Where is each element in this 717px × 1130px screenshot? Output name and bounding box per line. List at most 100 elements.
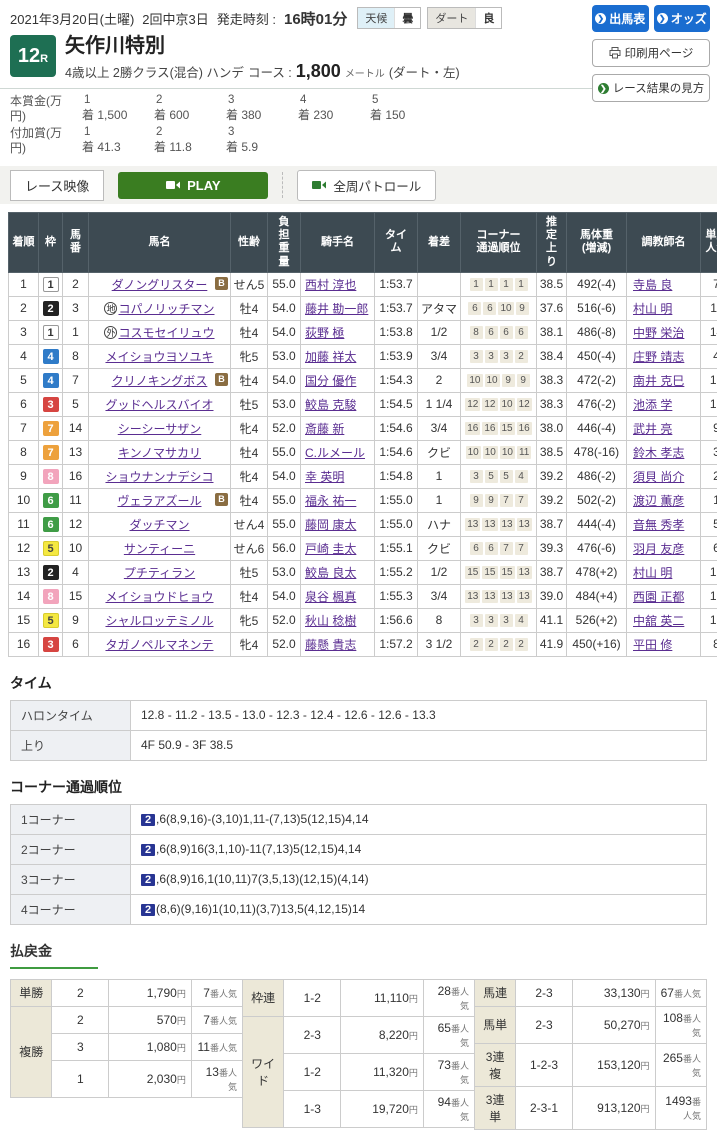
result-cell: 5 — [9, 368, 39, 392]
result-row: 1636タガノペルマネンテ牝452.0藤懸 貴志1:57.23 1/222224… — [9, 632, 717, 656]
trainer-link[interactable]: 中舘 英二 — [633, 614, 684, 628]
payout-row: 3連単2-3-1913,120円1493番人気 — [475, 1086, 707, 1129]
trainer-link[interactable]: 寺島 良 — [633, 278, 672, 292]
horse-link[interactable]: コスモセイリュウ — [118, 326, 214, 340]
horse-link[interactable]: クリノキングボス — [112, 374, 208, 388]
corner-order-row: 2コーナー2,6(8,9)16(3,1,10)-11(7,13)5(12,15)… — [11, 834, 707, 864]
trainer-link[interactable]: 武井 亮 — [633, 422, 672, 436]
how-to-read-button[interactable]: ❯レース結果の見方 — [592, 74, 710, 102]
jockey-link[interactable]: 鮫島 克駿 — [305, 398, 356, 412]
trainer-link[interactable]: 鈴木 孝志 — [633, 446, 684, 460]
horse-link[interactable]: シーシーサザン — [118, 422, 202, 436]
result-cell: 1:57.2 — [375, 632, 418, 656]
trainer-link[interactable]: 村山 明 — [633, 566, 672, 580]
trainer-link[interactable]: 平田 修 — [633, 638, 672, 652]
prize-place: 1 — [82, 94, 154, 106]
jockey-link[interactable]: 戸崎 圭太 — [305, 542, 356, 556]
result-cell: 12121012 — [461, 392, 537, 416]
horse-link[interactable]: メイショウヨソユキ — [105, 350, 213, 364]
corner-position-chip: 16 — [465, 422, 480, 435]
payout-popularity: 265番人気 — [655, 1043, 706, 1086]
horse-link[interactable]: コパノリッチマン — [118, 302, 214, 316]
result-cell: 54.0 — [268, 584, 301, 608]
result-cell: 1 — [418, 464, 461, 488]
trainer-link[interactable]: 中野 栄治 — [633, 326, 684, 340]
track-value: 良 — [475, 8, 501, 28]
jockey-link[interactable]: 鮫島 良太 — [305, 566, 356, 580]
result-cell: 1:53.9 — [375, 344, 418, 368]
jockey-link[interactable]: 斎藤 新 — [305, 422, 344, 436]
result-cell: 11 — [63, 488, 89, 512]
trainer-link[interactable]: 庄野 靖志 — [633, 350, 684, 364]
jockey-link[interactable]: 藤岡 康太 — [305, 518, 356, 532]
result-cell: 39.3 — [537, 536, 567, 560]
result-cell: 外コスモセイリュウ — [89, 320, 231, 344]
result-cell: 55.0 — [268, 488, 301, 512]
jockey-link[interactable]: 藤井 勘一郎 — [305, 302, 368, 316]
payout-popularity: 7番人気 — [191, 979, 242, 1006]
result-cell: 54.0 — [268, 296, 301, 320]
result-cell: 1 — [63, 320, 89, 344]
horse-link[interactable]: プチティラン — [124, 566, 195, 580]
jockey-link[interactable]: 荻野 極 — [305, 326, 344, 340]
payout-amount: 1,790円 — [109, 979, 192, 1006]
result-cell: 53.0 — [268, 560, 301, 584]
horse-link[interactable]: ダノングリスター — [112, 278, 208, 292]
result-cell: 村山 明 — [627, 296, 701, 320]
corner-position-chip: 6 — [485, 326, 498, 339]
result-cell: 牝5 — [231, 344, 268, 368]
jockey-link[interactable]: 国分 優作 — [305, 374, 356, 388]
prize-amount: 着 1,500 — [82, 106, 154, 123]
result-cell: 3 — [63, 296, 89, 320]
trainer-link[interactable]: 南井 克巳 — [633, 374, 684, 388]
result-cell: 2 — [418, 368, 461, 392]
horse-link[interactable]: サンティーニ — [124, 542, 195, 556]
result-cell: 13 — [9, 560, 39, 584]
payout-row: 馬連2-333,130円67番人気 — [475, 979, 707, 1006]
jockey-link[interactable]: 泉谷 楓真 — [305, 590, 356, 604]
payout-amount: 33,130円 — [572, 979, 655, 1006]
trainer-link[interactable]: 音無 秀孝 — [633, 518, 684, 532]
payout-combination: 1-2 — [284, 1053, 341, 1090]
horse-link[interactable]: ダッチマン — [129, 518, 189, 532]
horse-link[interactable]: タガノペルマネンテ — [105, 638, 213, 652]
entries-button[interactable]: ❯出馬表 — [592, 5, 649, 32]
odds-button[interactable]: ❯オッズ — [654, 5, 711, 32]
trainer-link[interactable]: 池添 学 — [633, 398, 672, 412]
result-cell: 13131313 — [461, 584, 537, 608]
race-video-tab[interactable]: レース映像 — [10, 170, 104, 201]
print-page-button[interactable]: 印刷用ページ — [592, 39, 710, 67]
results-column-header: 枠 — [39, 213, 63, 273]
jockey-link[interactable]: C.ルメール — [305, 446, 365, 460]
result-row: 10611ヴェラアズールB牡455.0福永 祐一1:55.01997739.25… — [9, 488, 717, 512]
result-cell: 中舘 英二 — [627, 608, 701, 632]
condition-badges: 天候 曇 ダート 良 — [357, 7, 502, 29]
video-camera-icon — [166, 180, 180, 190]
horse-link[interactable]: ヴェラアズール — [117, 494, 201, 508]
corner-position-chip: 12 — [465, 398, 480, 411]
corner-position-chip: 2 — [500, 638, 513, 651]
jockey-link[interactable]: 福永 祐一 — [305, 494, 356, 508]
video-bar: レース映像 PLAY 全周パトロール — [0, 166, 717, 204]
horse-link[interactable]: グッドヘルスバイオ — [105, 398, 213, 412]
jockey-link[interactable]: 秋山 稔樹 — [305, 614, 356, 628]
horse-link[interactable]: ショウナンナデシコ — [105, 470, 213, 484]
jockey-link[interactable]: 加藤 祥太 — [305, 350, 356, 364]
jockey-link[interactable]: 西村 淳也 — [305, 278, 356, 292]
trainer-link[interactable]: 羽月 友彦 — [633, 542, 684, 556]
play-button[interactable]: PLAY — [118, 172, 268, 199]
horse-link[interactable]: メイショウドヒョウ — [105, 590, 213, 604]
results-column-header: コーナー 通過順位 — [461, 213, 537, 273]
trainer-link[interactable]: 村山 明 — [633, 302, 672, 316]
trainer-link[interactable]: 須貝 尚介 — [633, 470, 684, 484]
payout-popularity: 1493番人気 — [655, 1086, 706, 1129]
horse-link[interactable]: シャルロッテミノル — [105, 614, 213, 628]
frame-chip: 8 — [43, 589, 59, 604]
trainer-link[interactable]: 渡辺 薫彦 — [633, 494, 684, 508]
jockey-link[interactable]: 幸 英明 — [305, 470, 344, 484]
patrol-video-button[interactable]: 全周パトロール — [297, 170, 436, 201]
jockey-link[interactable]: 藤懸 貴志 — [305, 638, 356, 652]
corner-position-chip: 13 — [500, 590, 515, 603]
horse-link[interactable]: キンノマサカリ — [118, 446, 201, 460]
trainer-link[interactable]: 西園 正都 — [633, 590, 684, 604]
